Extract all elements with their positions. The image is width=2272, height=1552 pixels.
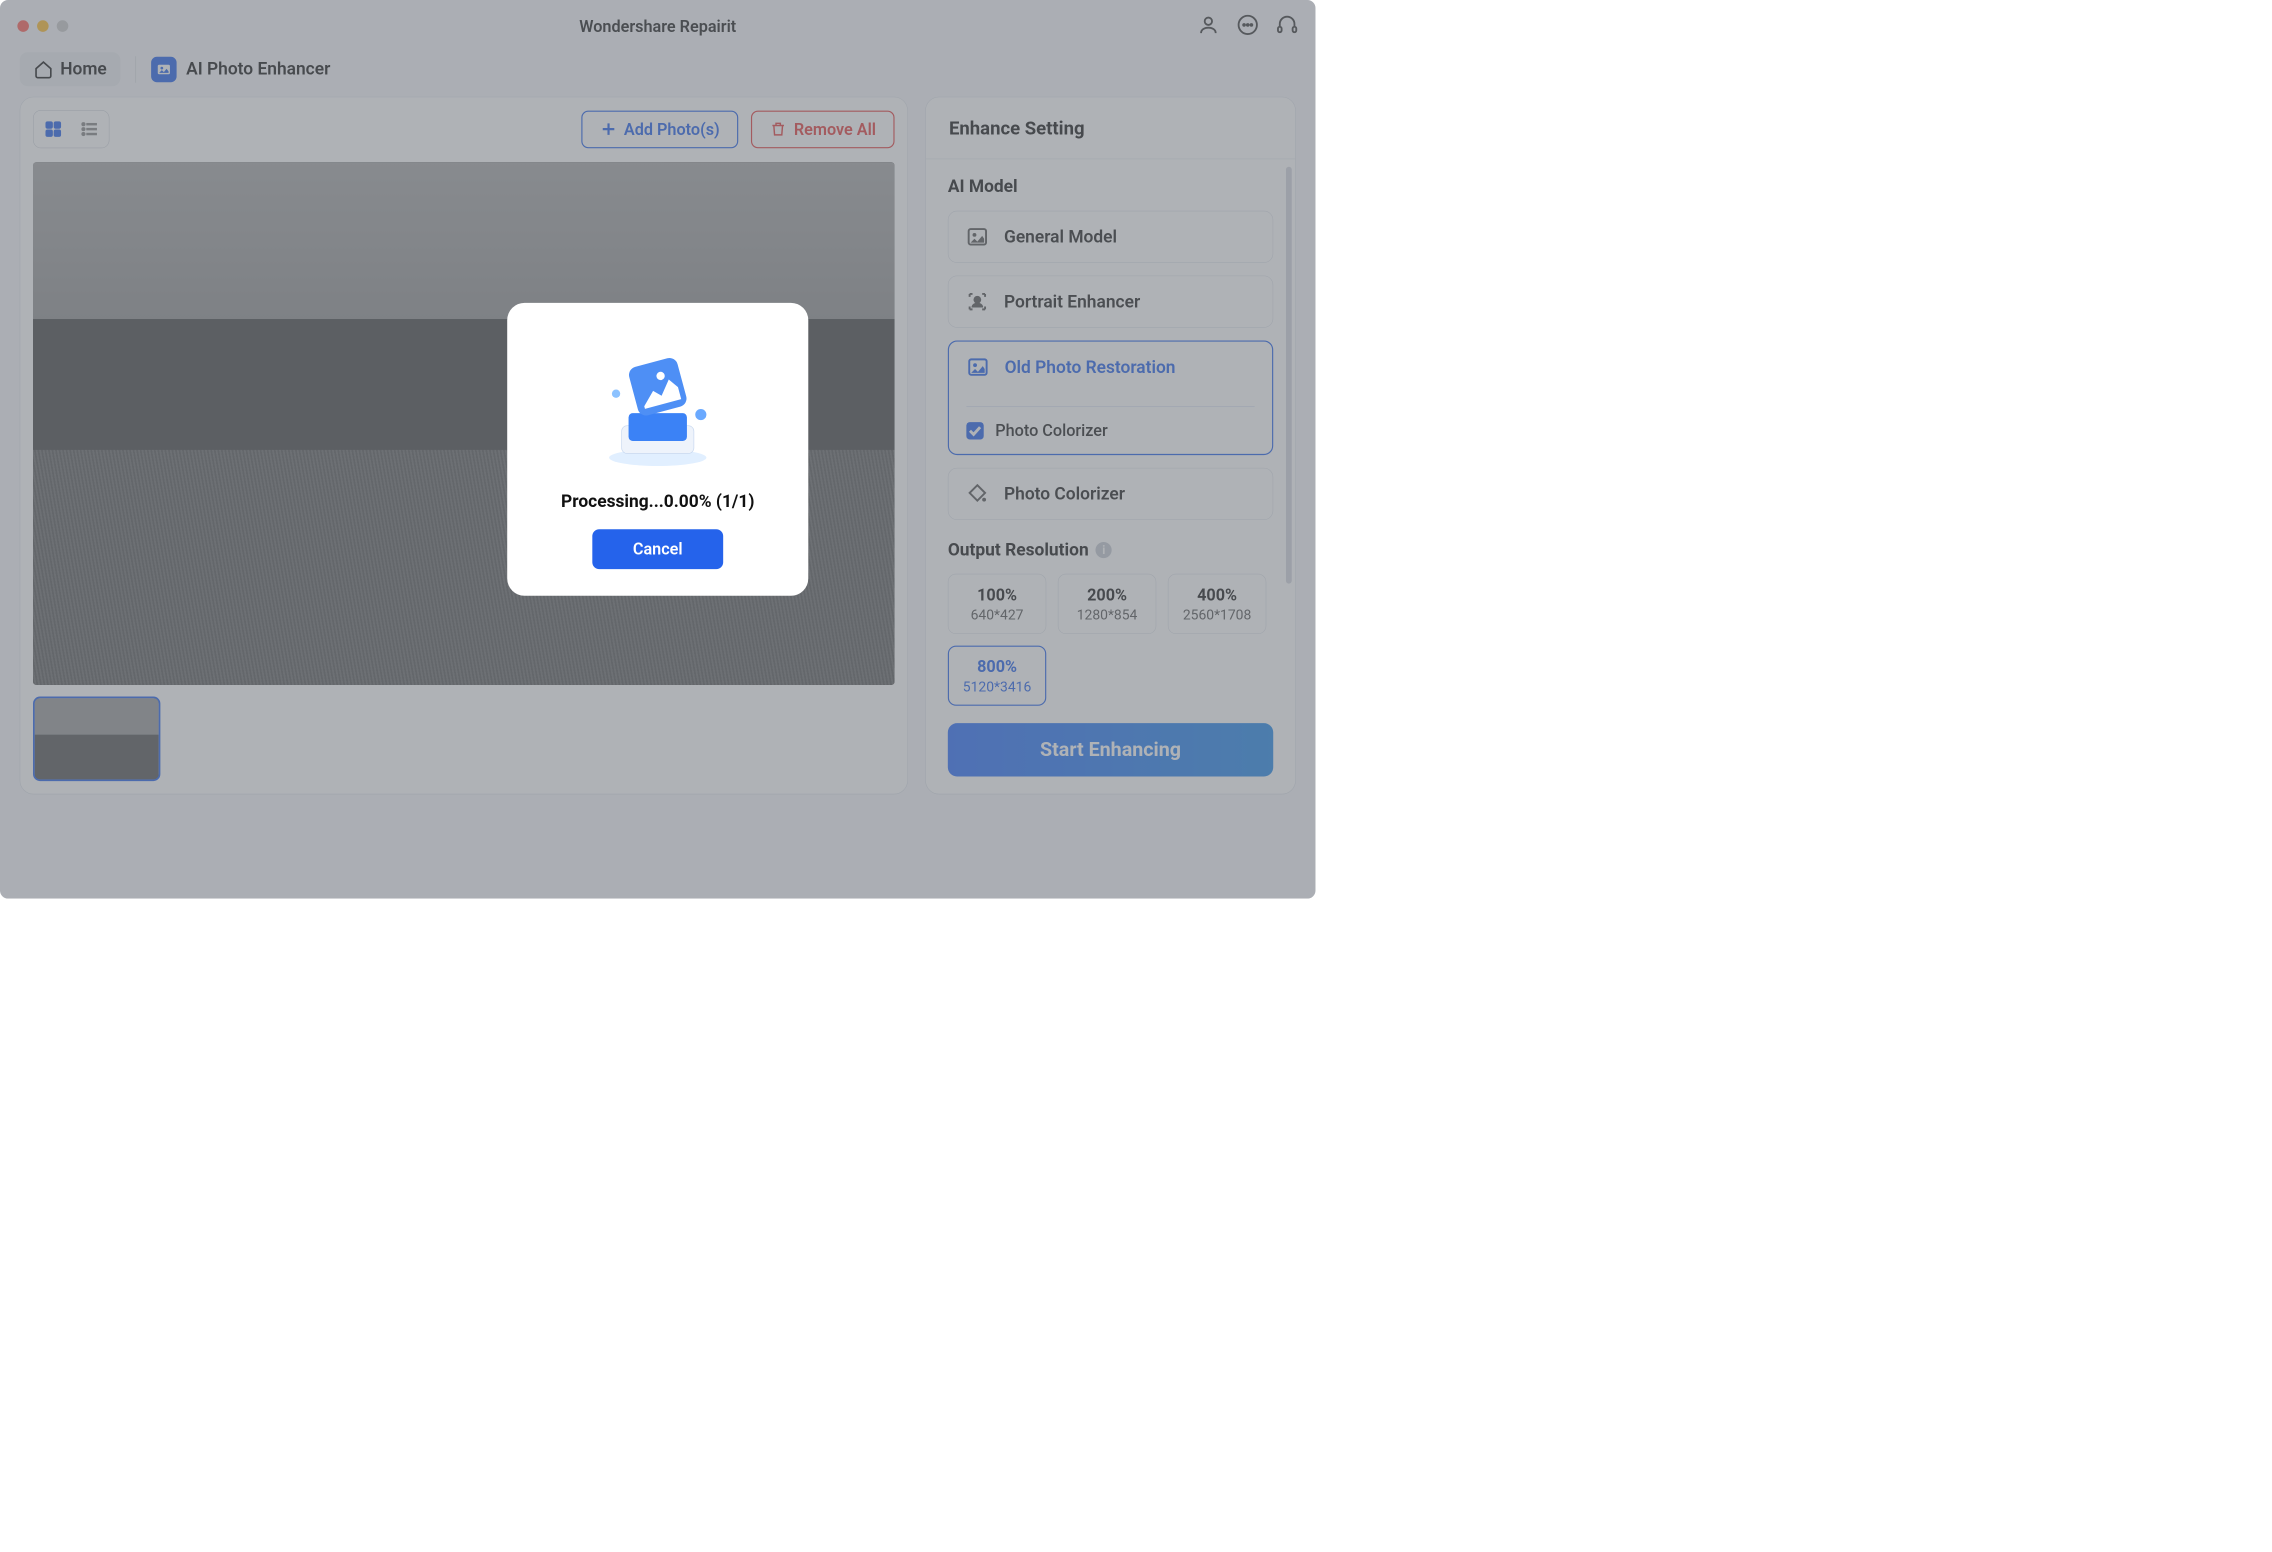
processing-illustration xyxy=(530,329,785,485)
app-window: Wondershare Repairit Home AI Photo Enhan… xyxy=(0,0,1315,899)
cancel-button[interactable]: Cancel xyxy=(592,529,723,569)
cancel-label: Cancel xyxy=(633,540,683,559)
modal-overlay: Processing...0.00% (1/1) Cancel xyxy=(0,0,1315,899)
processing-modal: Processing...0.00% (1/1) Cancel xyxy=(507,303,808,596)
processing-text: Processing...0.00% (1/1) xyxy=(530,492,785,512)
